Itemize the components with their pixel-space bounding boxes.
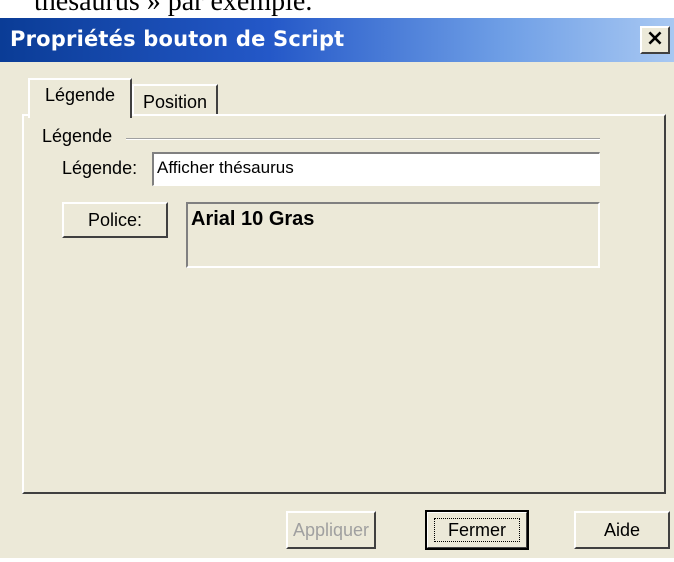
group-divider <box>126 138 600 140</box>
dialog-titlebar[interactable]: Propriétés bouton de Script × <box>0 18 674 62</box>
legend-field-label: Légende: <box>62 158 138 178</box>
legend-input[interactable]: Afficher thésaurus <box>152 152 600 186</box>
focus-rectangle <box>434 518 520 542</box>
font-preview: Arial 10 Gras <box>186 202 600 268</box>
tab-panel-legende: Légende Légende: Afficher thésaurus Poli… <box>22 114 666 494</box>
group-title: Légende <box>42 126 116 147</box>
document-text-snippet: thésaurus » par exemple. <box>34 0 313 17</box>
close-button[interactable]: Fermer <box>425 510 529 550</box>
help-button[interactable]: Aide <box>574 511 670 549</box>
font-button[interactable]: Police: <box>62 202 168 238</box>
tab-position[interactable]: Position <box>132 84 218 118</box>
dialog-title: Propriétés bouton de Script <box>10 27 345 51</box>
script-button-properties-dialog: Propriétés bouton de Script × Légende Po… <box>0 18 674 558</box>
tab-legende[interactable]: Légende <box>28 78 132 118</box>
close-icon[interactable]: × <box>640 26 670 54</box>
apply-button[interactable]: Appliquer <box>286 511 376 549</box>
